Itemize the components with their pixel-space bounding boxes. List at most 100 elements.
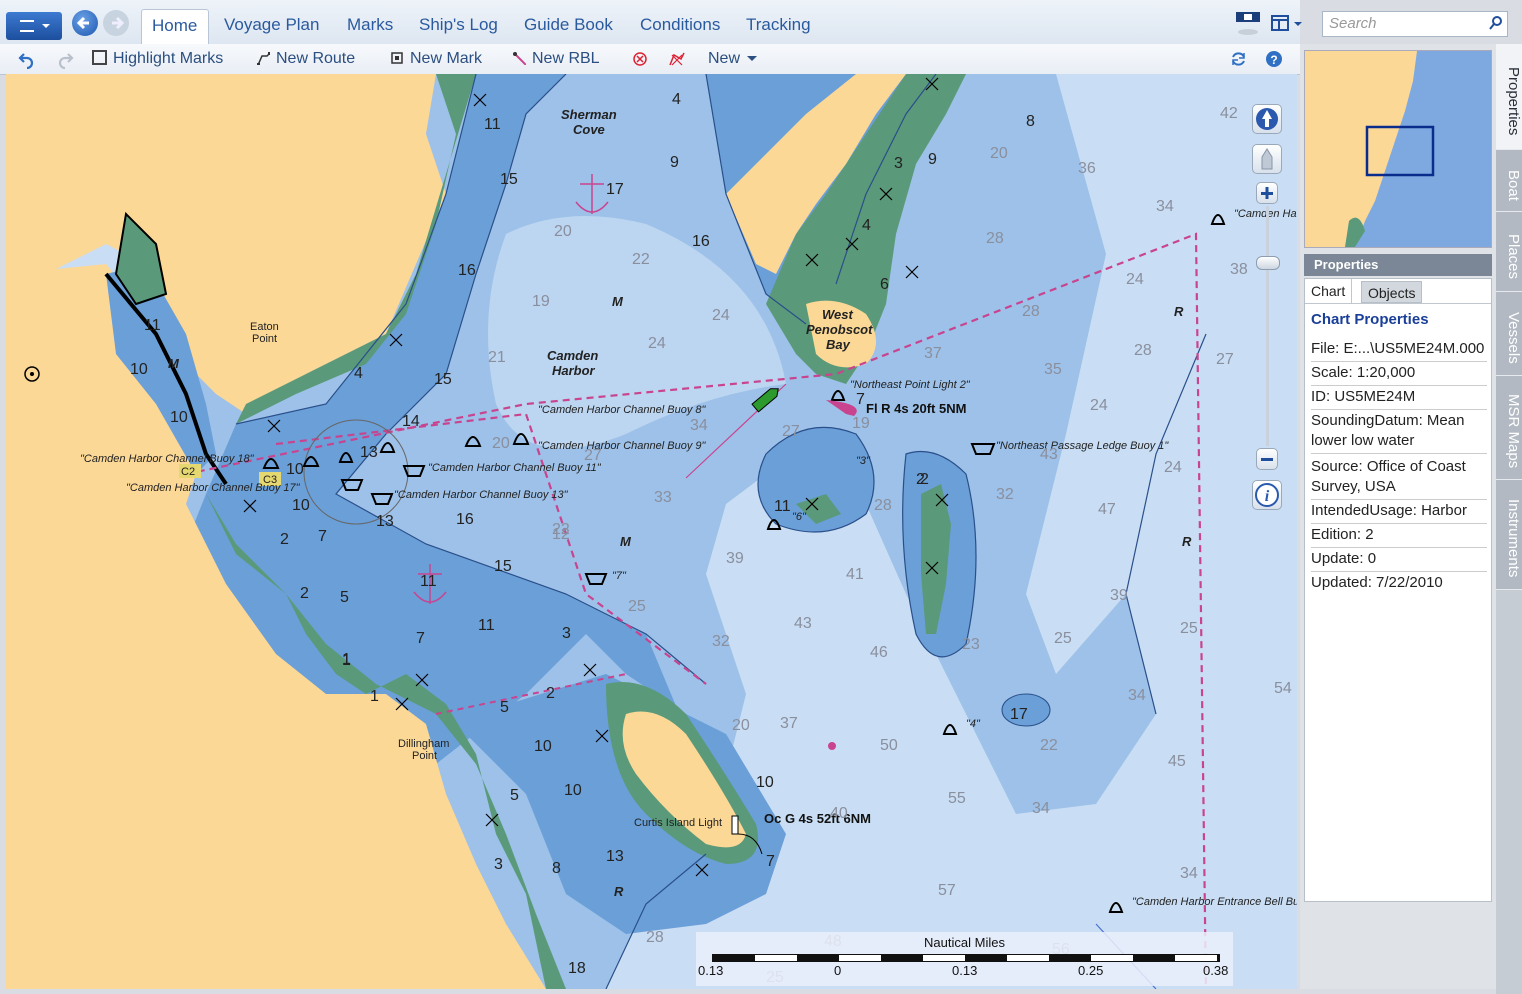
svg-text:28: 28 bbox=[646, 929, 664, 946]
search-input[interactable]: Search bbox=[1322, 11, 1508, 37]
buoy-label[interactable]: "Northeast Passage Ledge Buoy 1" bbox=[996, 440, 1169, 452]
side-tab-msr-maps[interactable]: MSR Maps bbox=[1496, 376, 1522, 480]
course-up-button[interactable] bbox=[1252, 144, 1282, 174]
seabed-label: R bbox=[1174, 304, 1184, 319]
svg-text:21: 21 bbox=[488, 349, 506, 366]
seabed-label: R bbox=[1182, 534, 1192, 549]
tab-guide-book[interactable]: Guide Book bbox=[514, 9, 623, 44]
layout-icon[interactable] bbox=[1270, 12, 1310, 36]
buoy-label[interactable]: "7" bbox=[612, 570, 627, 582]
side-tab-places[interactable]: Places bbox=[1496, 212, 1522, 292]
chart-canvas[interactable]: Sherman Cove Camden Harbor Eaton Point W… bbox=[6, 74, 1297, 989]
overview-map[interactable] bbox=[1304, 50, 1492, 248]
zoom-out-button[interactable] bbox=[1256, 448, 1278, 470]
buoy-label[interactable]: "Camden Harbor Channel Buoy 13" bbox=[394, 489, 569, 501]
new-rbl-button[interactable]: New RBL bbox=[512, 44, 600, 74]
mark-icon bbox=[391, 52, 403, 64]
search-icon[interactable] bbox=[1488, 15, 1504, 31]
buoy-label[interactable]: "6" bbox=[792, 511, 807, 523]
seabed-label: M bbox=[620, 534, 632, 549]
side-tab-properties[interactable]: Properties bbox=[1496, 44, 1522, 150]
svg-text:17: 17 bbox=[1010, 706, 1028, 723]
svg-text:16: 16 bbox=[458, 262, 476, 279]
svg-text:11: 11 bbox=[484, 116, 501, 133]
zoom-slider-thumb[interactable] bbox=[1256, 256, 1280, 270]
svg-text:10: 10 bbox=[286, 461, 304, 478]
info-button[interactable]: i bbox=[1252, 480, 1282, 510]
place-name: Point bbox=[252, 333, 277, 345]
svg-text:25: 25 bbox=[628, 598, 646, 615]
svg-text:32: 32 bbox=[712, 633, 730, 650]
svg-text:27: 27 bbox=[584, 447, 602, 464]
buoy-label[interactable]: "Camden Harbor Entrance Bell Bu bbox=[1132, 896, 1297, 908]
svg-text:39: 39 bbox=[726, 550, 744, 567]
svg-text:7: 7 bbox=[416, 630, 425, 647]
svg-text:55: 55 bbox=[948, 790, 966, 807]
new-dropdown-button[interactable]: New bbox=[708, 44, 758, 74]
buoy-label[interactable]: "Camden Harbor Channel Buoy 9" bbox=[538, 440, 706, 452]
tab-chart[interactable]: Chart bbox=[1305, 279, 1353, 303]
property-row: Update: 0 bbox=[1311, 549, 1487, 572]
tab-objects[interactable]: Objects bbox=[1361, 281, 1423, 303]
place-name: Point bbox=[412, 750, 437, 762]
nautical-chart[interactable]: Sherman Cove Camden Harbor Eaton Point W… bbox=[6, 74, 1297, 989]
info-icon: i bbox=[1255, 483, 1279, 507]
svg-text:34: 34 bbox=[1032, 800, 1050, 817]
place-name: Bay bbox=[826, 337, 851, 352]
forward-arrow-icon bbox=[112, 16, 125, 30]
svg-text:5: 5 bbox=[340, 589, 349, 606]
north-up-button[interactable] bbox=[1252, 104, 1282, 134]
zoom-in-button[interactable] bbox=[1256, 182, 1278, 204]
property-row: Updated: 7/22/2010 bbox=[1311, 574, 1443, 591]
svg-text:20: 20 bbox=[732, 717, 750, 734]
new-route-label: New Route bbox=[276, 50, 356, 67]
tab-voyage-plan[interactable]: Voyage Plan bbox=[214, 9, 329, 44]
side-tab-vessels[interactable]: Vessels bbox=[1496, 292, 1522, 376]
svg-text:6: 6 bbox=[880, 276, 889, 293]
svg-text:54: 54 bbox=[1274, 680, 1292, 697]
zoom-slider-track[interactable] bbox=[1266, 206, 1269, 446]
buoy-label[interactable]: "Camden Harbor Channel Buoy 8" bbox=[538, 404, 706, 416]
highlight-marks-button[interactable]: Highlight Marks bbox=[92, 44, 223, 74]
buoy-label[interactable]: "Northeast Point Light 2" bbox=[850, 379, 971, 391]
place-name: West bbox=[822, 307, 853, 322]
svg-text:39: 39 bbox=[1110, 587, 1128, 604]
svg-text:10: 10 bbox=[756, 774, 774, 791]
buoy-label[interactable]: "Camden Harbor Channel Buoy 11" bbox=[428, 462, 602, 474]
svg-text:10: 10 bbox=[170, 409, 188, 426]
tab-home[interactable]: Home bbox=[141, 9, 209, 45]
scale-label: 0.13 bbox=[698, 963, 724, 978]
svg-text:37: 37 bbox=[924, 345, 942, 362]
signal-flag-icon[interactable] bbox=[1234, 8, 1264, 38]
svg-text:32: 32 bbox=[996, 486, 1014, 503]
svg-text:2: 2 bbox=[916, 471, 925, 488]
tab-tracking[interactable]: Tracking bbox=[736, 9, 821, 44]
svg-text:28: 28 bbox=[1134, 342, 1152, 359]
tab-ships-log[interactable]: Ship's Log bbox=[409, 9, 508, 44]
svg-text:46: 46 bbox=[870, 644, 888, 661]
svg-text:34: 34 bbox=[1180, 865, 1198, 882]
plus-icon bbox=[1261, 187, 1273, 199]
svg-text:36: 36 bbox=[1078, 160, 1096, 177]
new-mark-button[interactable]: New Mark bbox=[390, 44, 482, 74]
buoy-label[interactable]: "Camden Harbor Channel Buoy 18" bbox=[80, 453, 255, 465]
svg-text:7: 7 bbox=[318, 528, 327, 545]
scale-bar: Nautical Miles 0.13 0 0.13 0.25 0.38 bbox=[696, 932, 1233, 986]
svg-text:3: 3 bbox=[894, 155, 903, 172]
buoy-label[interactable]: "3" bbox=[856, 455, 871, 467]
side-tab-instruments[interactable]: Instruments bbox=[1496, 480, 1522, 590]
forward-button[interactable] bbox=[103, 10, 129, 36]
svg-text:7: 7 bbox=[766, 853, 775, 870]
tab-marks[interactable]: Marks bbox=[337, 9, 403, 44]
svg-text:11: 11 bbox=[774, 498, 791, 515]
side-tab-boat[interactable]: Boat bbox=[1496, 150, 1522, 212]
back-button[interactable] bbox=[72, 10, 98, 36]
seabed-label: M bbox=[612, 294, 624, 309]
tab-conditions[interactable]: Conditions bbox=[630, 9, 730, 44]
scale-title: Nautical Miles bbox=[924, 935, 1005, 950]
svg-text:11: 11 bbox=[144, 317, 161, 334]
svg-text:10: 10 bbox=[292, 497, 310, 514]
app-menu-button[interactable] bbox=[6, 12, 62, 40]
buoy-label[interactable]: "4" bbox=[966, 718, 981, 730]
new-route-button[interactable]: New Route bbox=[256, 44, 355, 74]
